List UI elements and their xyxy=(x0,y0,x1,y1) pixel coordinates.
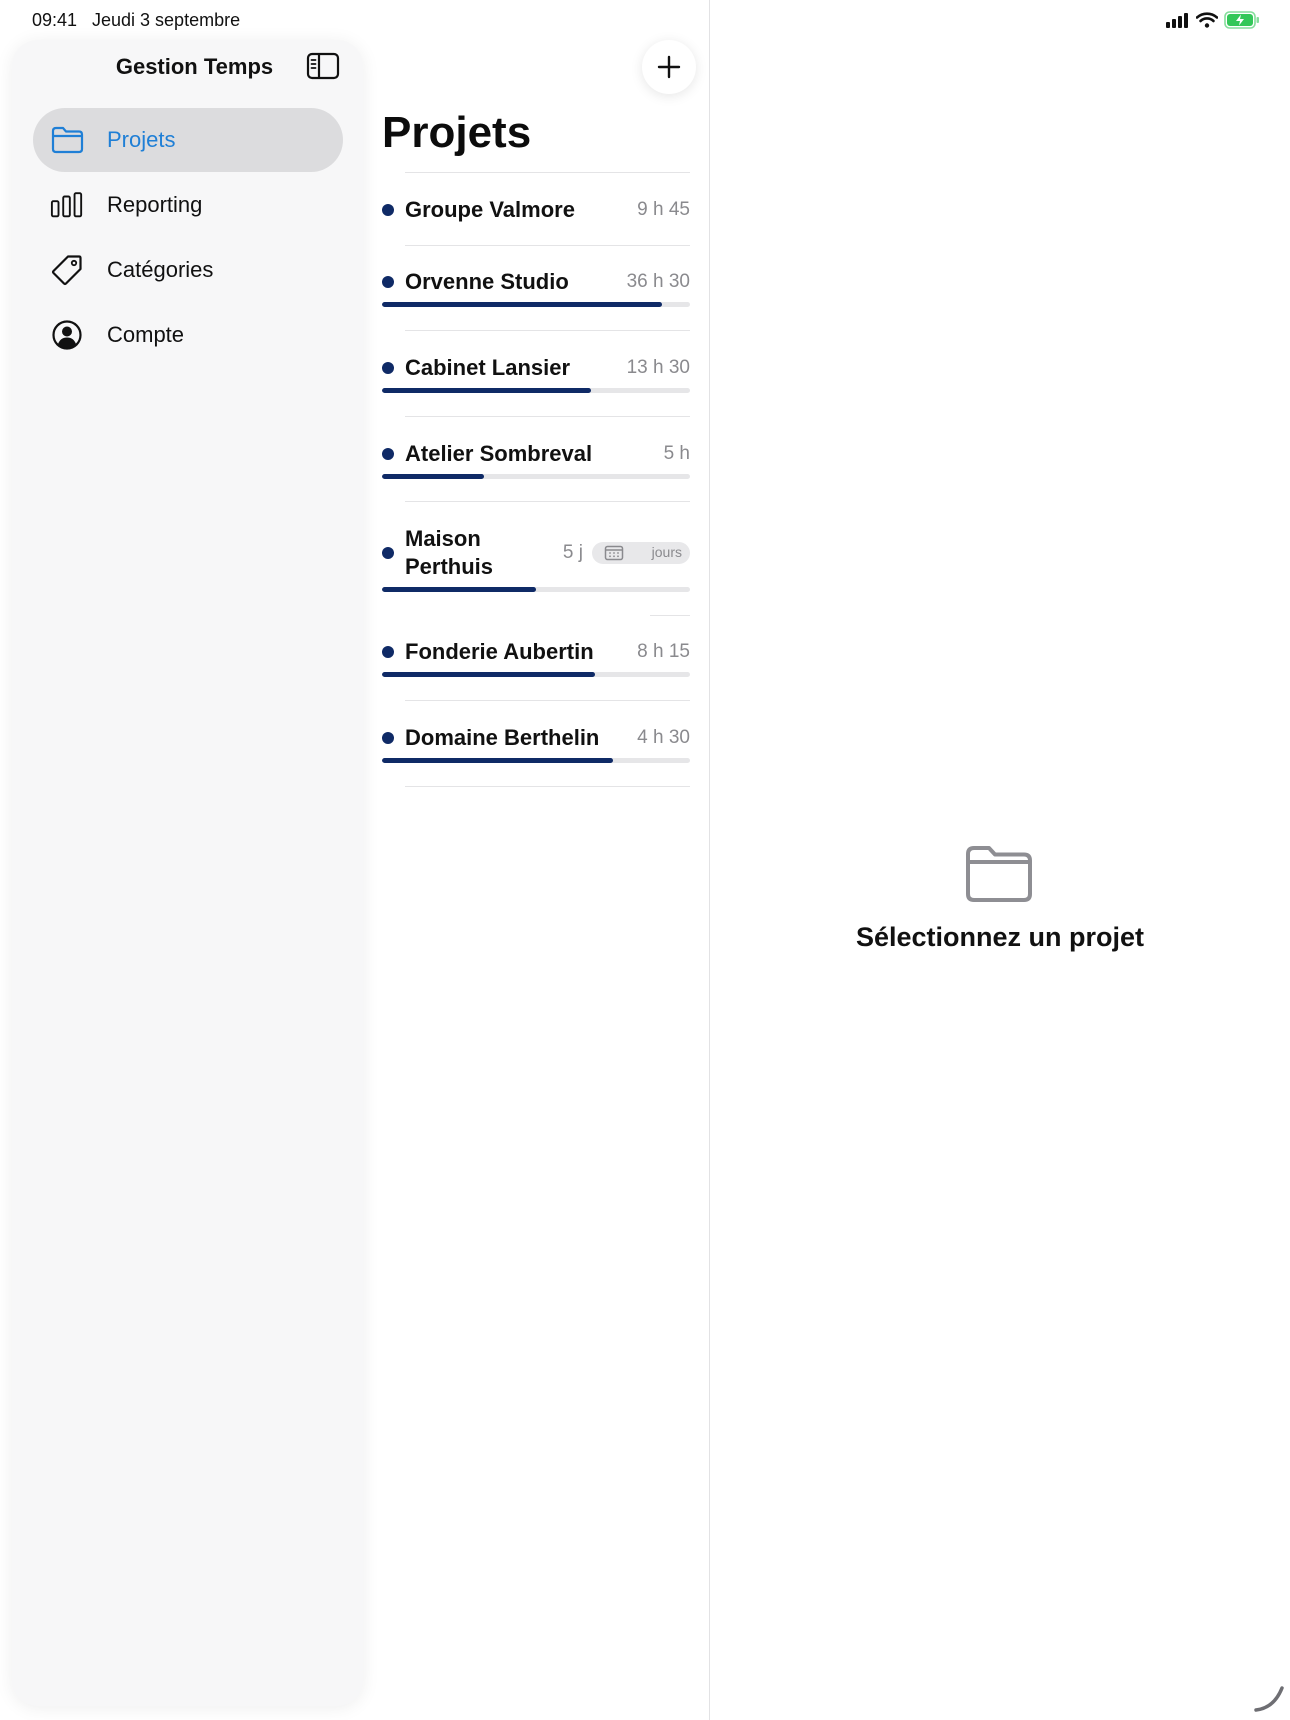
divider xyxy=(405,501,690,502)
project-name: Fonderie Aubertin xyxy=(405,639,594,664)
progress-fill xyxy=(382,388,592,393)
sidebar: Gestion Temps Projets Reporting Catégori… xyxy=(12,40,363,1706)
sidebar-item-projets[interactable]: Projets xyxy=(33,108,343,172)
person-circle-icon xyxy=(50,318,84,352)
project-name: Orvenne Studio xyxy=(405,269,569,294)
add-project-button[interactable] xyxy=(642,40,696,94)
project-row[interactable]: Domaine Berthelin 4 h 30 xyxy=(382,724,690,764)
progress-fill xyxy=(382,758,613,763)
divider xyxy=(650,615,690,616)
project-row[interactable]: Atelier Sombreval 5 h xyxy=(382,440,690,480)
status-icons xyxy=(1166,10,1260,30)
project-row[interactable]: Groupe Valmore 9 h 45 xyxy=(382,196,690,242)
status-date: Jeudi 3 septembre xyxy=(92,10,241,30)
bar-chart-icon xyxy=(50,188,84,222)
signal-icon xyxy=(1166,13,1188,28)
project-name: Atelier Sombreval xyxy=(405,441,593,466)
progress-fill xyxy=(382,672,595,677)
tag-icon xyxy=(50,253,84,287)
project-duration: 5 h xyxy=(663,443,690,464)
status-bar: 09:41 Jeudi 3 septembre xyxy=(0,0,1290,40)
project-dot xyxy=(382,362,394,374)
project-row[interactable]: Fonderie Aubertin 8 h 15 xyxy=(382,638,690,678)
project-dot xyxy=(382,448,394,460)
progress-bar xyxy=(382,302,690,307)
unit-badge-label: jours xyxy=(651,544,682,560)
project-name: Domaine Berthelin xyxy=(405,725,600,750)
folder-icon xyxy=(50,123,84,157)
progress-fill xyxy=(382,302,663,307)
progress-fill xyxy=(382,474,484,479)
divider xyxy=(405,172,690,173)
folder-icon xyxy=(966,846,1032,902)
sidebar-item-label: Catégories xyxy=(107,257,214,282)
sidebar-toggle-button[interactable] xyxy=(306,52,342,80)
sidebar-item-label: Reporting xyxy=(107,192,203,217)
project-duration: 13 h 30 xyxy=(626,357,690,378)
project-duration: 36 h 30 xyxy=(626,271,690,292)
project-dot xyxy=(382,646,394,658)
sidebar-item-compte[interactable]: Compte xyxy=(33,303,343,367)
project-row[interactable]: Orvenne Studio 36 h 30 xyxy=(382,268,690,308)
divider xyxy=(405,245,690,246)
progress-bar xyxy=(382,672,690,677)
progress-bar xyxy=(382,758,690,763)
page-title: Projets xyxy=(382,108,532,157)
project-dot xyxy=(382,204,394,216)
project-duration: 5 j xyxy=(562,542,583,563)
project-dot xyxy=(382,547,394,559)
divider xyxy=(405,416,690,417)
progress-fill xyxy=(382,587,536,592)
project-name: Groupe Valmore xyxy=(405,197,575,222)
sidebar-item-label: Projets xyxy=(107,127,176,152)
project-name: Maison Perthuis xyxy=(405,526,494,579)
project-row[interactable]: Maison Perthuis 5 j jours xyxy=(382,525,690,593)
empty-state-title: Sélectionnez un projet xyxy=(855,922,1145,952)
resize-handle-icon[interactable] xyxy=(1252,1680,1286,1714)
progress-bar xyxy=(382,388,690,393)
divider xyxy=(405,330,690,331)
progress-bar xyxy=(382,474,690,479)
sidebar-toggle-icon xyxy=(306,52,340,80)
divider xyxy=(405,786,690,787)
project-row[interactable]: Cabinet Lansier 13 h 30 xyxy=(382,354,690,394)
project-dot xyxy=(382,732,394,744)
status-time: 09:41 xyxy=(32,10,78,30)
split-view-divider[interactable] xyxy=(709,0,710,1720)
project-duration: 8 h 15 xyxy=(637,641,690,662)
unit-badge[interactable]: jours xyxy=(592,542,690,564)
project-duration: 9 h 45 xyxy=(637,199,690,220)
calendar-icon xyxy=(604,545,624,561)
project-duration: 4 h 30 xyxy=(637,727,690,748)
project-name: Cabinet Lansier xyxy=(405,355,571,380)
battery-charging-icon xyxy=(1224,11,1259,29)
plus-icon xyxy=(657,55,681,79)
divider xyxy=(405,700,690,701)
sidebar-item-label: Compte xyxy=(107,322,185,347)
progress-bar xyxy=(382,587,690,592)
wifi-icon xyxy=(1196,12,1218,28)
sidebar-item-reporting[interactable]: Reporting xyxy=(33,173,343,237)
sidebar-item-categories[interactable]: Catégories xyxy=(33,238,343,302)
project-dot xyxy=(382,276,394,288)
